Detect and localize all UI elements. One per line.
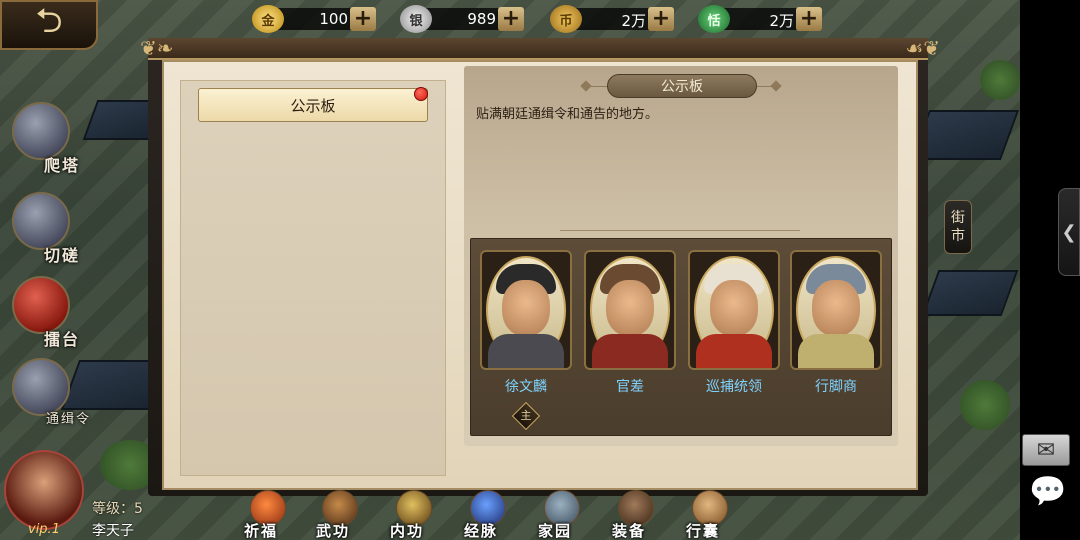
player-level: 等级：5: [92, 501, 143, 517]
resource-value: 2万: [769, 12, 794, 30]
expand-panel-button[interactable]: ❮: [1058, 188, 1080, 276]
section-divider: [560, 230, 800, 231]
menu-meridians[interactable]: 经脉: [458, 490, 518, 540]
menu-homestead[interactable]: 家园: [532, 490, 592, 540]
npc-face: [710, 280, 758, 336]
menu-blessing[interactable]: 祈福: [238, 490, 298, 540]
resource-value: 100: [319, 10, 348, 28]
npc-body: [798, 334, 874, 368]
npc-name: 官差: [616, 379, 644, 395]
roof-decoration: [921, 270, 1019, 316]
npc-card[interactable]: 行脚商: [790, 250, 882, 396]
add-silver-button[interactable]: +: [498, 7, 524, 31]
menu-label: 切磋: [44, 246, 81, 265]
player-name: 李天子: [92, 523, 134, 539]
gold-ingot-icon: 金: [252, 5, 284, 33]
chat-icon: 💬: [1029, 474, 1067, 509]
scroll-ornament-right: ☙❦: [905, 36, 940, 60]
back-button[interactable]: ⮌: [0, 0, 98, 50]
chat-button[interactable]: 💬: [1026, 474, 1070, 514]
add-gold-button[interactable]: +: [350, 7, 376, 31]
avatar[interactable]: [4, 450, 84, 530]
market-label: 街: [951, 210, 965, 226]
npc-face: [502, 280, 550, 336]
content-description: 贴满朝廷通缉令和通告的地方。: [476, 107, 659, 122]
scroll-ornament-left: ❦❧: [140, 36, 174, 60]
tree-decoration: [960, 380, 1010, 430]
menu-tower[interactable]: 爬塔: [6, 98, 98, 178]
npc-name: 行脚商: [815, 379, 857, 395]
add-coin-button[interactable]: +: [648, 7, 674, 31]
tab-list: [180, 80, 446, 476]
tree-decoration: [980, 60, 1020, 100]
npc-face: [812, 280, 860, 336]
notification-dot: [414, 87, 428, 101]
menu-label: 装备: [612, 522, 647, 540]
menu-label: 武功: [316, 522, 351, 540]
npc-body: [696, 334, 772, 368]
npc-body: [488, 334, 564, 368]
menu-label: 祈福: [244, 522, 279, 540]
menu-equipment[interactable]: 装备: [606, 490, 666, 540]
menu-label: 擂台: [44, 330, 81, 349]
npc-portrait: [688, 250, 780, 370]
npc-body: [592, 334, 668, 368]
title-divider: [590, 86, 608, 87]
back-arrow-icon: ⮌: [35, 0, 63, 41]
vip-badge: vip.1: [28, 522, 60, 537]
jade-token-icon: 恬: [698, 5, 730, 33]
menu-martial-arts[interactable]: 武功: [310, 490, 370, 540]
mail-button[interactable]: ✉: [1022, 434, 1070, 466]
content-title: 公示板: [607, 74, 757, 98]
silver-icon: 银: [400, 5, 432, 33]
npc-card[interactable]: 巡捕统领: [688, 250, 780, 396]
copper-coin-icon: 币: [550, 5, 582, 33]
npc-face: [606, 280, 654, 336]
resource-coin: 币 2万 +: [550, 5, 680, 33]
menu-arena[interactable]: 擂台: [6, 272, 98, 352]
menu-label: 行囊: [686, 522, 721, 540]
npc-portrait: [480, 250, 572, 370]
menu-inner-power[interactable]: 内功: [384, 490, 444, 540]
panel-header: [148, 38, 928, 60]
menu-label: 家园: [538, 522, 573, 540]
tab-notice-board[interactable]: 公示板: [198, 88, 428, 122]
npc-name: 徐文麟: [505, 379, 547, 395]
menu-label: 爬塔: [44, 156, 81, 175]
npc-portrait: [584, 250, 676, 370]
resource-value: 2万: [621, 12, 646, 30]
menu-inventory[interactable]: 行囊: [680, 490, 740, 540]
menu-label: 经脉: [464, 522, 499, 540]
mail-icon: ✉: [1036, 437, 1056, 463]
npc-name: 巡捕统领: [706, 379, 762, 395]
master-badge-label: 主: [520, 409, 532, 422]
market-button[interactable]: 街 市: [944, 200, 972, 254]
menu-label: 内功: [390, 522, 425, 540]
npc-card[interactable]: 官差: [584, 250, 676, 396]
resource-silver: 银 989 +: [400, 5, 530, 33]
menu-label: 通缉令: [46, 412, 92, 427]
chevron-left-icon: ❮: [1061, 221, 1077, 243]
npc-portrait: [790, 250, 882, 370]
menu-spar[interactable]: 切磋: [6, 188, 98, 268]
menu-wanted[interactable]: 通缉令: [6, 354, 98, 434]
market-label: 市: [951, 228, 965, 244]
resource-gold: 金 100 +: [252, 5, 382, 33]
resource-jade: 恬 2万 +: [698, 5, 828, 33]
resource-value: 989: [467, 10, 496, 28]
npc-card[interactable]: 徐文麟: [480, 250, 572, 396]
add-jade-button[interactable]: +: [796, 7, 822, 31]
